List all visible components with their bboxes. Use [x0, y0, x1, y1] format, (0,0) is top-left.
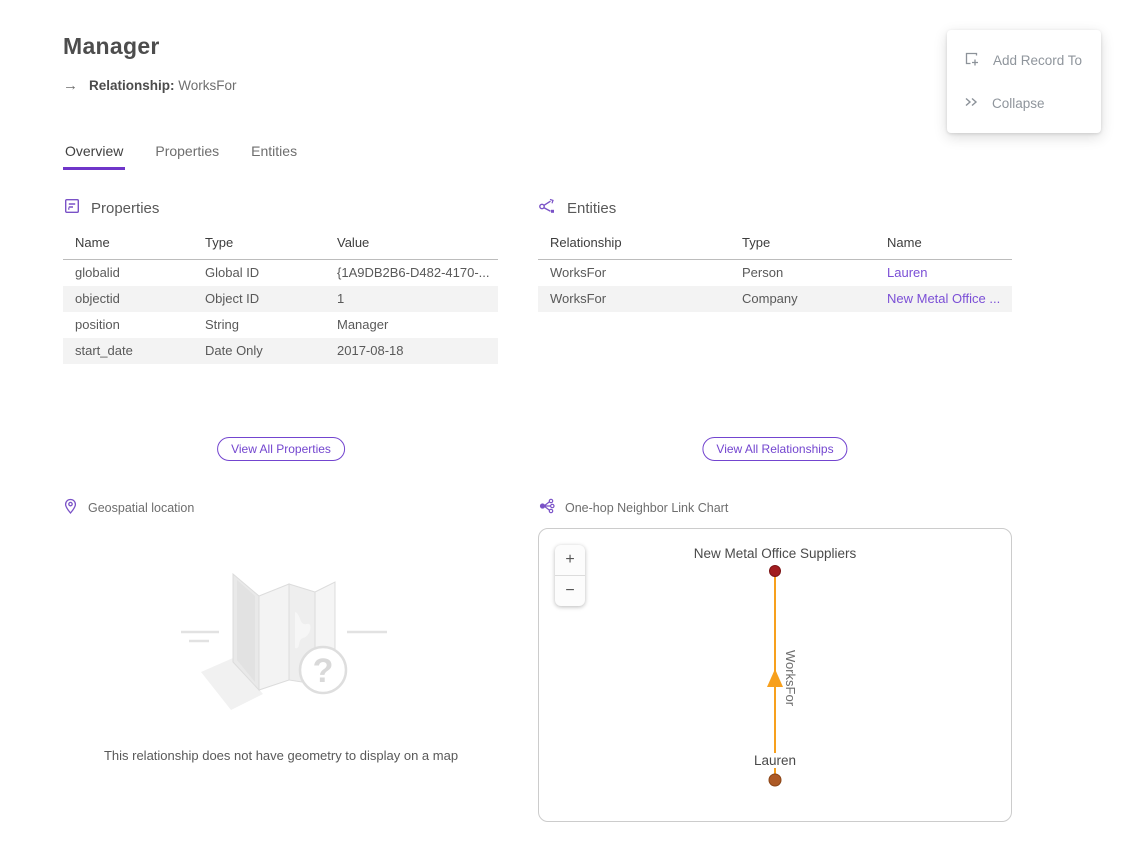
cell-name: objectid: [63, 286, 193, 312]
menu-item-collapse[interactable]: Collapse: [947, 82, 1101, 125]
cell-type: Object ID: [193, 286, 325, 312]
node-label-person: Lauren: [754, 753, 796, 768]
tab-entities[interactable]: Entities: [249, 143, 299, 170]
column-header-type: Type: [193, 229, 325, 260]
column-header-relationship: Relationship: [538, 229, 730, 260]
cell-type: Person: [730, 260, 875, 286]
table-row: objectid Object ID 1: [63, 286, 498, 312]
cell-type: Global ID: [193, 260, 325, 286]
edge-label-worksfor: WorksFor: [783, 650, 798, 707]
node-dot-person[interactable]: [769, 774, 781, 786]
context-menu: Add Record To Collapse: [947, 30, 1101, 133]
cell-relationship: WorksFor: [538, 286, 730, 312]
cell-value: 2017-08-18: [325, 338, 498, 364]
entities-table: Relationship Type Name WorksFor Person L…: [538, 229, 1012, 312]
menu-item-label: Add Record To: [993, 53, 1082, 68]
cell-type: Date Only: [193, 338, 325, 364]
properties-table: Name Type Value globalid Global ID {1A9D…: [63, 229, 498, 364]
cell-type: Company: [730, 286, 875, 312]
entities-section-header: Entities: [538, 197, 616, 219]
cell-value: {1A9DB2B6-D482-4170-...: [325, 260, 498, 286]
map-placeholder-graphic: ?: [171, 552, 391, 732]
properties-section-title: Properties: [91, 200, 159, 217]
column-header-value: Value: [325, 229, 498, 260]
cell-value: 1: [325, 286, 498, 312]
tab-properties[interactable]: Properties: [153, 143, 221, 170]
cell-name: globalid: [63, 260, 193, 286]
cell-name: start_date: [63, 338, 193, 364]
view-all-properties-button[interactable]: View All Properties: [217, 437, 345, 461]
collapse-icon: [963, 94, 979, 113]
view-all-relationships-button[interactable]: View All Relationships: [702, 437, 847, 461]
subtitle-value: WorksFor: [178, 78, 236, 93]
column-header-name: Name: [63, 229, 193, 260]
table-row: globalid Global ID {1A9DB2B6-D482-4170-.…: [63, 260, 498, 286]
menu-item-add-record-to[interactable]: Add Record To: [947, 38, 1101, 82]
cell-name: position: [63, 312, 193, 338]
menu-item-label: Collapse: [992, 96, 1045, 111]
record-detail-page: Manager → Relationship: WorksFor Add Rec…: [0, 0, 1134, 863]
relationship-arrow-icon: →: [63, 77, 78, 94]
table-row: WorksFor Company New Metal Office ...: [538, 286, 1012, 312]
geospatial-section-header: Geospatial location: [63, 498, 194, 518]
cell-relationship: WorksFor: [538, 260, 730, 286]
entity-link-company[interactable]: New Metal Office ...: [887, 291, 1000, 306]
question-mark-glyph: ?: [313, 652, 334, 690]
table-row: WorksFor Person Lauren: [538, 260, 1012, 286]
zoom-out-button[interactable]: −: [555, 576, 585, 606]
tab-bar: Overview Properties Entities: [63, 143, 299, 170]
subtitle-label: Relationship:: [89, 78, 175, 93]
link-chart-icon: [538, 498, 555, 517]
link-chart-section-title: One-hop Neighbor Link Chart: [565, 501, 728, 515]
table-row: start_date Date Only 2017-08-18: [63, 338, 498, 364]
properties-table-header-row: Name Type Value: [63, 229, 498, 260]
edge-arrow-up-icon: [767, 669, 783, 687]
no-geometry-message: This relationship does not have geometry…: [104, 748, 458, 763]
map-pin-icon: [63, 498, 78, 518]
properties-icon: [63, 197, 81, 219]
cell-value: Manager: [325, 312, 498, 338]
entities-icon: [538, 197, 557, 219]
page-title: Manager: [63, 33, 160, 60]
entities-table-header-row: Relationship Type Name: [538, 229, 1012, 260]
link-chart-canvas[interactable]: WorksFor New Metal Office Suppliers Laur…: [539, 529, 1011, 821]
column-header-type: Type: [730, 229, 875, 260]
properties-section-header: Properties: [63, 197, 159, 219]
cell-type: String: [193, 312, 325, 338]
breadcrumb: → Relationship: WorksFor: [63, 77, 237, 94]
table-row: position String Manager: [63, 312, 498, 338]
link-chart-panel: WorksFor New Metal Office Suppliers Laur…: [538, 528, 1012, 822]
tab-overview[interactable]: Overview: [63, 143, 125, 170]
geospatial-section-title: Geospatial location: [88, 501, 194, 515]
entities-section-title: Entities: [567, 200, 616, 217]
add-record-icon: [963, 50, 980, 70]
node-dot-company[interactable]: [770, 566, 781, 577]
entity-link-lauren[interactable]: Lauren: [887, 265, 927, 280]
chart-zoom-control: + −: [555, 545, 585, 606]
node-label-company: New Metal Office Suppliers: [694, 546, 857, 561]
zoom-in-button[interactable]: +: [555, 545, 585, 575]
link-chart-section-header: One-hop Neighbor Link Chart: [538, 498, 728, 517]
column-header-name: Name: [875, 229, 1012, 260]
